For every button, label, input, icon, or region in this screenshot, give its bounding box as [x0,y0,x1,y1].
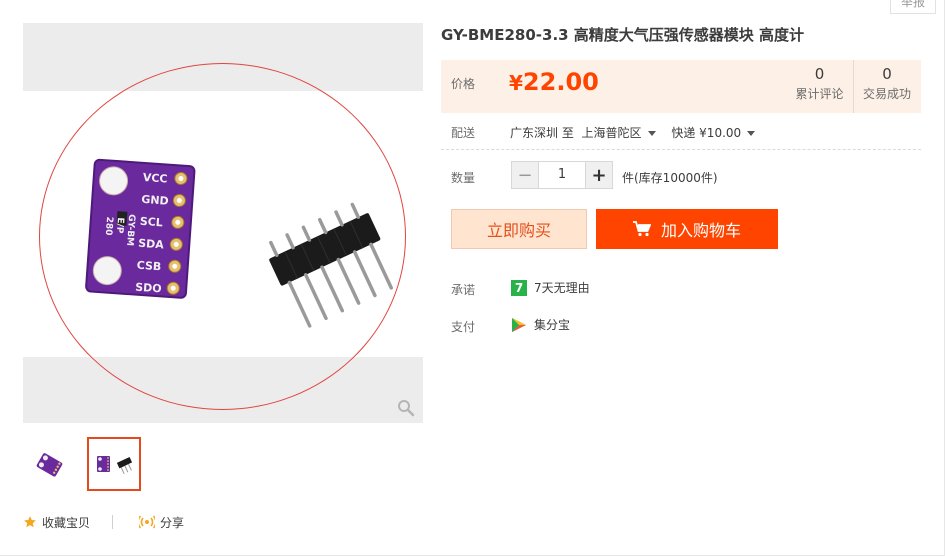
decrease-button[interactable]: − [512,162,538,188]
cart-icon [632,221,651,237]
ship-to: 上海普陀区 [581,126,642,140]
deals-count: 0 [882,65,892,83]
product-page: 举报 VCC GND SCL SDA CSB SDO GY-BM E/P 280… [0,0,945,556]
reviews-label: 累计评论 [795,87,844,101]
price-label: 价格 [451,77,476,91]
thumbnail-strip [23,437,141,493]
sensor-module-photo: VCC GND SCL SDA CSB SDO GY-BM E/P 280 [85,158,394,328]
ship-from: 广东深圳 [510,126,559,140]
pin-label-gnd: GND [141,193,169,208]
ship-method-select[interactable]: 快递 ¥10.00 [671,126,756,140]
divider [112,515,114,529]
increase-button[interactable]: + [586,162,612,188]
payment-method[interactable]: 集分宝 [511,316,570,333]
svg-text:280: 280 [103,216,114,235]
report-link[interactable]: 举报 [889,0,936,14]
pin-label-sdo: SDO [135,281,162,296]
promise-row: 承诺 7 7天无理由 [441,279,921,297]
ship-method: 快递 ¥10.00 [671,126,742,140]
quantity-row: 数量 − 1 + 件(库存10000件) [441,161,921,191]
payment-label: 支付 [451,320,476,334]
pin-label-scl: SCL [139,215,163,230]
return-policy[interactable]: 7 7天无理由 [511,279,590,296]
pin-label-csb: CSB [136,259,161,274]
thumbnail-1[interactable] [23,437,77,491]
pin-label-sda: SDA [138,237,165,252]
return-policy-text: 7天无理由 [534,281,590,295]
share-button[interactable]: 分享 [139,514,184,531]
svg-text:E/P: E/P [114,217,125,234]
jifenbao-icon [512,317,526,332]
quantity-stepper: − 1 + [511,161,613,189]
reviews-count: 0 [814,65,825,83]
seven-day-icon: 7 [511,279,527,296]
shipping-info: 广东深圳 至 上海普陀区 快递 ¥10.00 [510,124,756,141]
pin-label-vcc: VCC [142,171,168,186]
favorite-label: 收藏宝贝 [42,515,91,530]
thumbnail-2[interactable] [87,437,141,491]
price-panel: 价格 ¥22.00 0 累计评论 0 交易成功 [441,60,921,113]
zoom-icon[interactable] [397,399,415,417]
payment-text: 集分宝 [534,318,571,332]
favorite-button[interactable]: 收藏宝贝 [23,514,90,531]
quantity-input[interactable]: 1 [538,162,586,188]
payment-row: 支付 集分宝 [441,316,921,334]
social-actions: 收藏宝贝 分享 [23,513,184,531]
chevron-down-icon [647,131,656,136]
product-title: GY-BME280-3.3 高精度大气压强传感器模块 高度计 [441,26,805,44]
shipping-row: 配送 广东深圳 至 上海普陀区 快递 ¥10.00 [441,124,921,150]
deals-stat: 0 交易成功 [854,60,920,113]
deals-label: 交易成功 [862,87,911,101]
share-label: 分享 [160,515,185,530]
share-icon [139,515,156,529]
ship-to-word: 至 [561,126,574,140]
add-to-cart-button[interactable]: 加入购物车 [596,209,778,249]
add-to-cart-label: 加入购物车 [660,221,741,240]
quantity-label: 数量 [451,171,476,185]
chevron-down-icon [747,131,756,136]
price-value: ¥22.00 [509,68,599,96]
price-amount: 22.00 [522,68,599,96]
main-product-image[interactable]: VCC GND SCL SDA CSB SDO GY-BM E/P 280 [23,23,423,423]
buy-now-button[interactable]: 立即购买 [451,209,587,249]
currency-symbol: ¥ [509,71,523,95]
reviews-stat[interactable]: 0 累计评论 [786,60,854,113]
shipping-label: 配送 [451,126,476,140]
promise-label: 承诺 [451,283,476,297]
stock-info: 件(库存10000件) [622,171,718,185]
ship-to-select[interactable]: 上海普陀区 [578,126,656,140]
star-icon [24,516,36,528]
